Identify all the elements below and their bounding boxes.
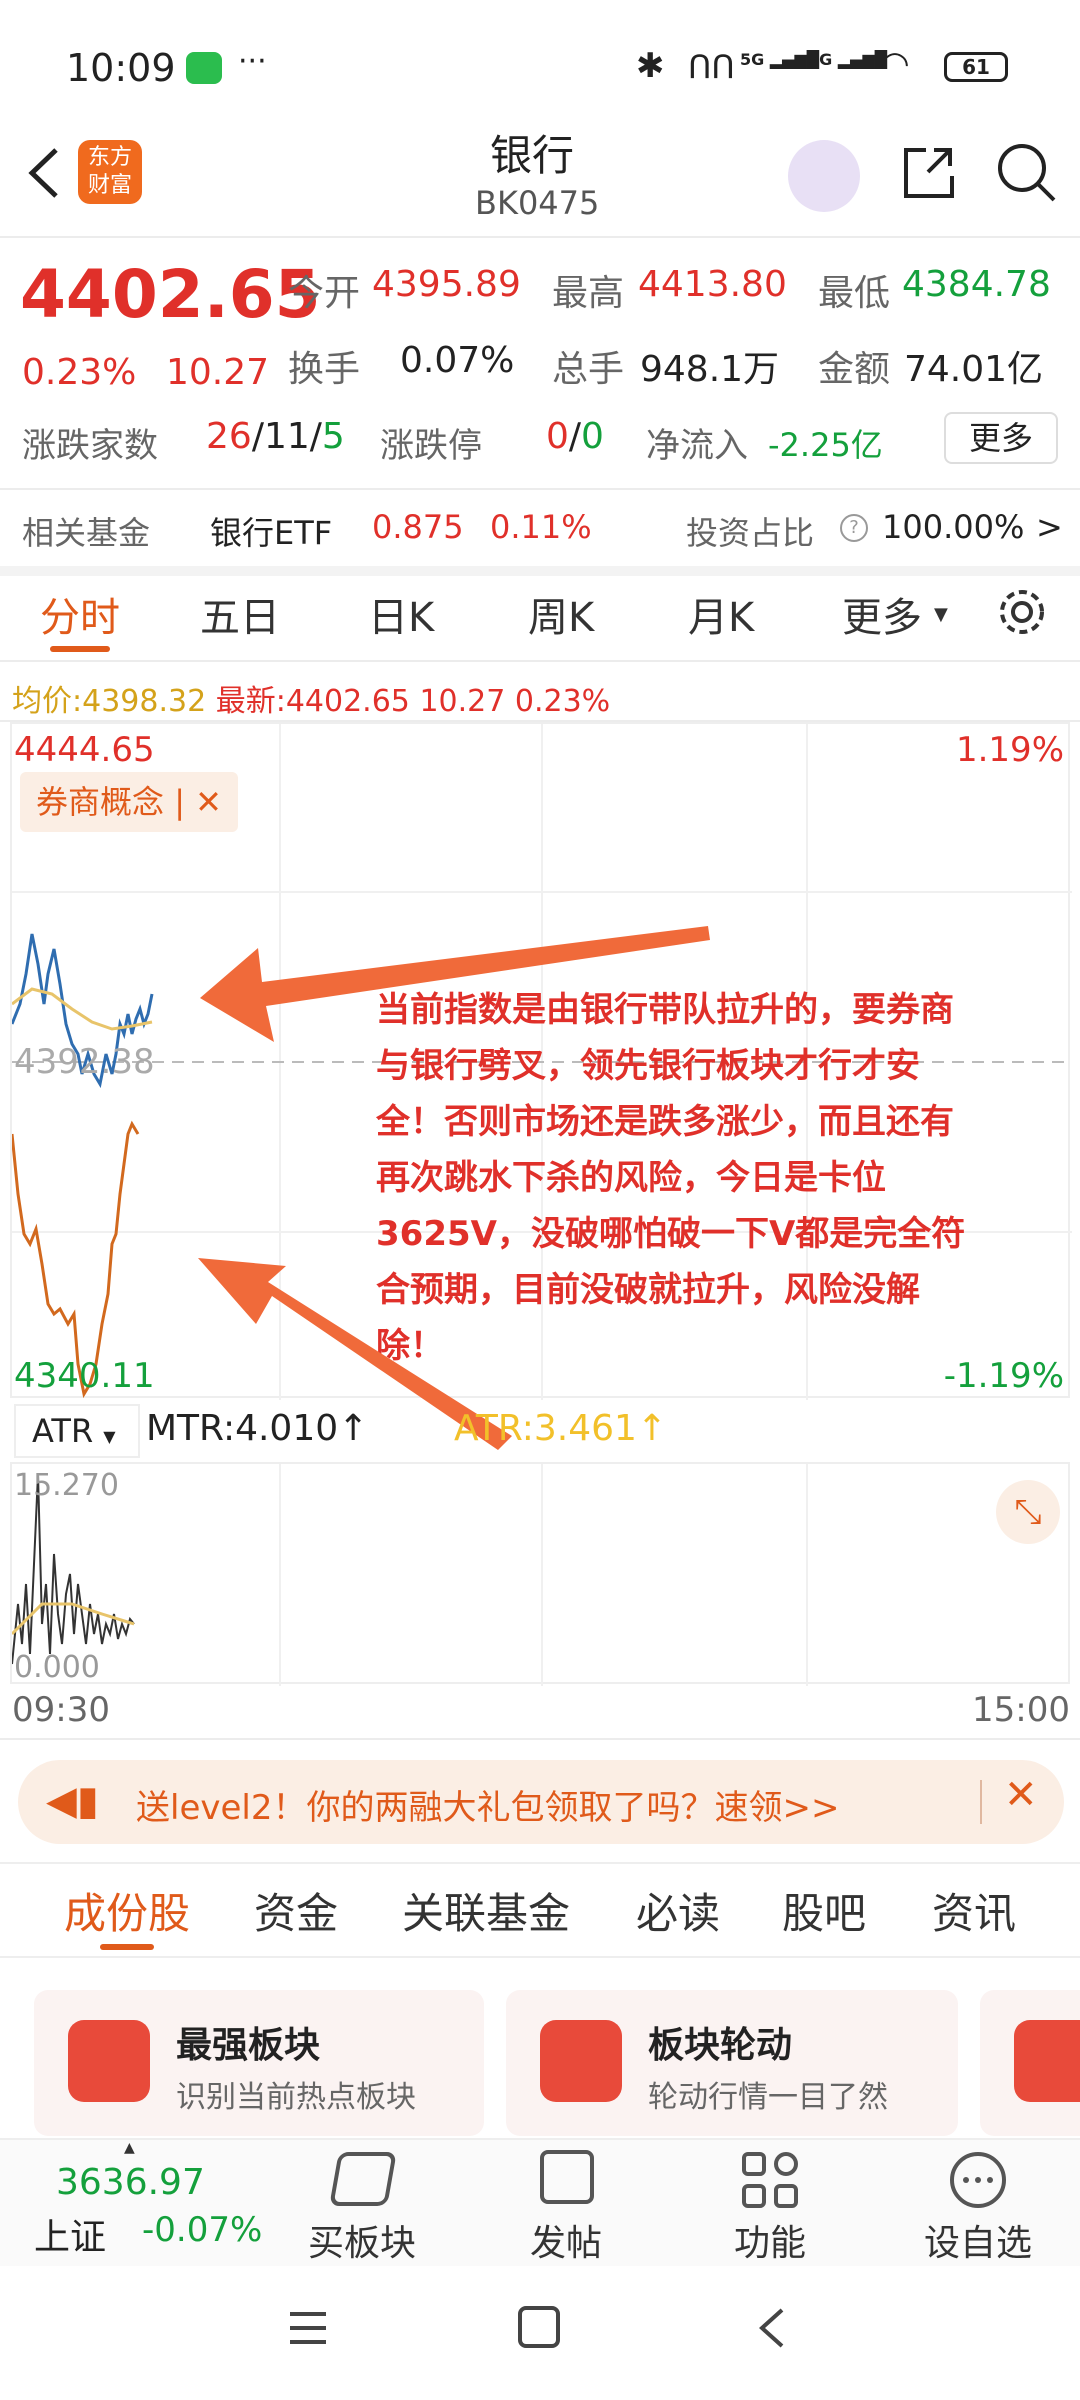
indicator-select[interactable]: ATR ▼: [14, 1404, 140, 1458]
more-circle-icon: [950, 2152, 1006, 2208]
index-ticker[interactable]: ▲ 3636.97 上证 -0.07%: [20, 2140, 290, 2260]
indicator-chart[interactable]: 15.270 0.000 ⤡: [10, 1462, 1070, 1686]
tab-must-read[interactable]: 必读: [636, 1880, 720, 1941]
megaphone-icon: ◀▮: [46, 1778, 99, 1824]
grid-icon: [742, 2152, 798, 2208]
nav-post[interactable]: 发帖: [476, 2140, 656, 2264]
subtab-active-indicator: [100, 1944, 154, 1950]
atr-value: ATR:3.461↑: [454, 1408, 668, 1449]
arrow-upper: [200, 926, 710, 1042]
card-strongest-sector[interactable]: 最强板块 识别当前热点板块: [34, 1990, 484, 2136]
rotation-icon: [540, 2020, 622, 2102]
expand-icon[interactable]: ⤡: [996, 1480, 1060, 1544]
layers-icon: [1014, 2020, 1080, 2102]
tab-funds-flow[interactable]: 资金: [254, 1880, 338, 1941]
index-name: 上证: [34, 2217, 107, 2258]
tab-related-funds[interactable]: 关联基金: [402, 1880, 570, 1941]
index-pct: -0.07%: [142, 2210, 263, 2250]
indicator-ymin: 0.000: [14, 1650, 100, 1685]
card-desc: 识别当前热点板块: [176, 2080, 416, 2115]
edit-icon: [540, 2150, 594, 2204]
card-sector-rotation[interactable]: 板块轮动 轮动行情一目了然: [506, 1990, 958, 2136]
tab-news[interactable]: 资讯: [932, 1880, 1016, 1941]
x-start: 09:30: [12, 1690, 110, 1730]
mtr-value: MTR:4.010↑: [146, 1408, 369, 1449]
indicator-ymax: 15.270: [14, 1468, 119, 1503]
back-nav-icon[interactable]: [752, 2304, 792, 2352]
card-partial[interactable]: [980, 1990, 1080, 2136]
nav-add-watchlist[interactable]: 设自选: [888, 2140, 1068, 2264]
caret-up-icon: ▲: [124, 2140, 135, 2156]
index-value: 3636.97: [56, 2162, 205, 2203]
banner-text: 送level2！你的两融大礼包领取了吗？速领>>: [136, 1788, 840, 1828]
home-icon[interactable]: [518, 2306, 560, 2348]
menu-icon[interactable]: [286, 2308, 330, 2348]
card-title: 最强板块: [176, 2025, 321, 2066]
tab-constituents[interactable]: 成份股: [64, 1880, 190, 1941]
card-title: 板块轮动: [648, 2025, 793, 2066]
buy-sector-icon: [329, 2152, 397, 2206]
sector-chart-icon: [68, 2020, 150, 2102]
card-desc: 轮动行情一目了然: [648, 2080, 888, 2115]
indicator-grid: [12, 1464, 808, 1686]
nav-buy-sector[interactable]: 买板块: [272, 2140, 452, 2264]
caret-down-icon: ▼: [103, 1427, 116, 1446]
promo-banner[interactable]: ◀▮ 送level2！你的两融大礼包领取了吗？速领>> ✕: [18, 1760, 1064, 1844]
x-end: 15:00: [972, 1690, 1070, 1730]
tab-forum[interactable]: 股吧: [782, 1880, 866, 1941]
nav-functions[interactable]: 功能: [680, 2140, 860, 2264]
close-banner-icon[interactable]: ✕: [1004, 1772, 1038, 1818]
